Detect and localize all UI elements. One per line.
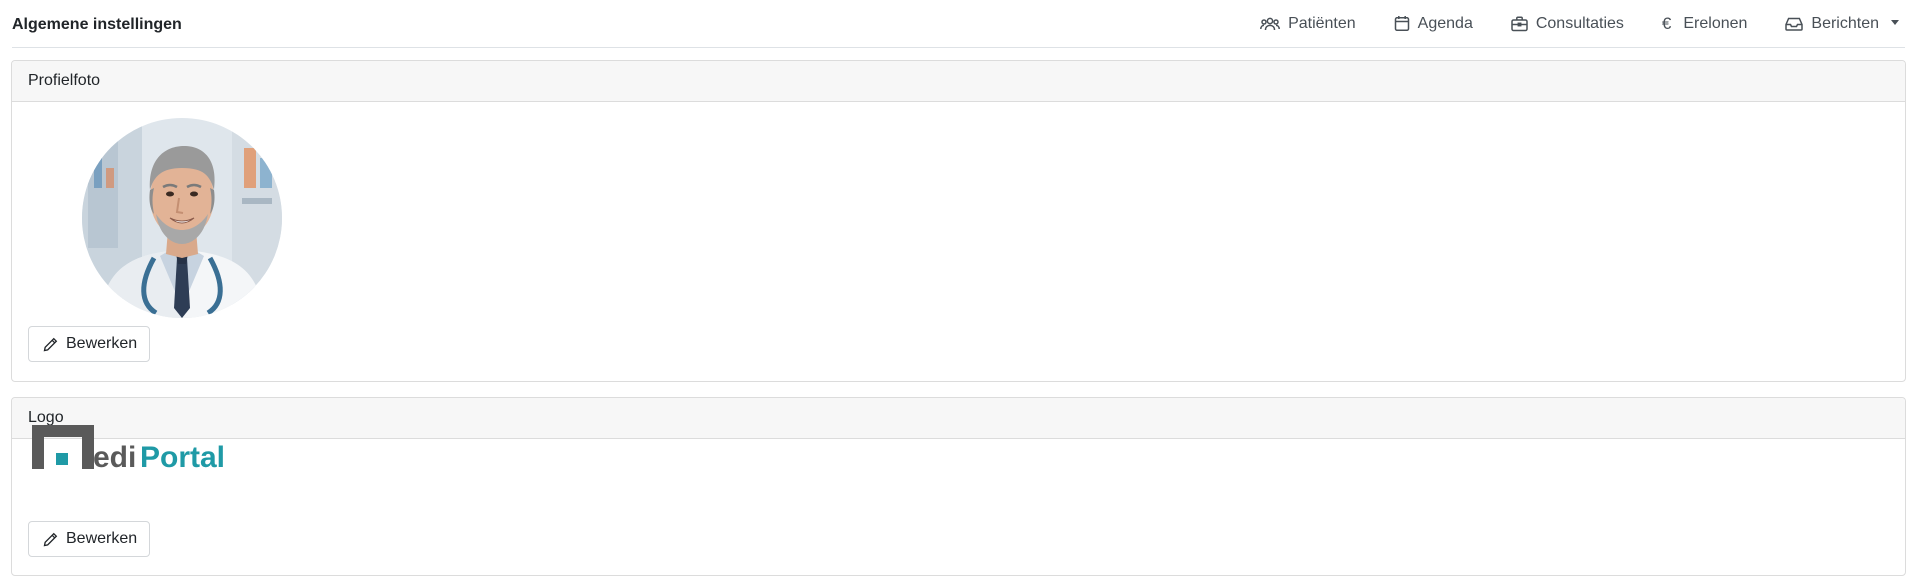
nav-agenda[interactable]: Agenda (1394, 0, 1473, 47)
mediportal-logo: edi Portal (30, 421, 240, 474)
logo-text-edi: edi (93, 441, 136, 469)
users-icon (1260, 17, 1281, 30)
nav-erelonen[interactable]: € Erelonen (1662, 0, 1748, 47)
edit-logo-label: Bewerken (66, 530, 138, 547)
briefcase-icon (1511, 16, 1528, 31)
page-title: Algemene instellingen (12, 15, 182, 33)
inbox-icon (1785, 17, 1804, 31)
top-bar: Algemene instellingen Patiënten Agenda C… (12, 0, 1905, 48)
nav-patienten-label: Patiënten (1288, 14, 1356, 32)
profile-photo-card-title: Profielfoto (12, 61, 1905, 102)
edit-logo-button[interactable]: Bewerken (28, 521, 151, 557)
nav-consultaties-label: Consultaties (1535, 14, 1624, 32)
pencil-icon (43, 532, 58, 546)
nav-consultaties[interactable]: Consultaties (1511, 0, 1624, 47)
logo-card-title: Logo (12, 398, 1905, 439)
logo-card: Logo edi Portal Bewerken (11, 397, 1906, 576)
edit-profile-photo-button[interactable]: Bewerken (28, 326, 151, 362)
doctor-photo (82, 118, 282, 318)
chevron-down-icon[interactable] (1891, 19, 1899, 25)
calendar-icon (1394, 16, 1409, 32)
main-nav: Patiënten Agenda Consultaties € Erelonen (1222, 0, 1899, 47)
edit-profile-photo-label: Bewerken (66, 335, 138, 352)
nav-erelonen-label: Erelonen (1683, 14, 1748, 32)
euro-icon: € (1661, 13, 1672, 33)
pencil-icon (43, 337, 58, 351)
logo-text-portal: Portal (140, 441, 225, 469)
profile-photo-card: Profielfoto Bewerken (11, 60, 1906, 382)
nav-berichten[interactable]: Berichten (1785, 0, 1899, 47)
avatar (82, 118, 282, 318)
nav-patienten[interactable]: Patiënten (1260, 0, 1356, 47)
nav-berichten-label: Berichten (1811, 14, 1879, 32)
nav-agenda-label: Agenda (1417, 14, 1473, 32)
